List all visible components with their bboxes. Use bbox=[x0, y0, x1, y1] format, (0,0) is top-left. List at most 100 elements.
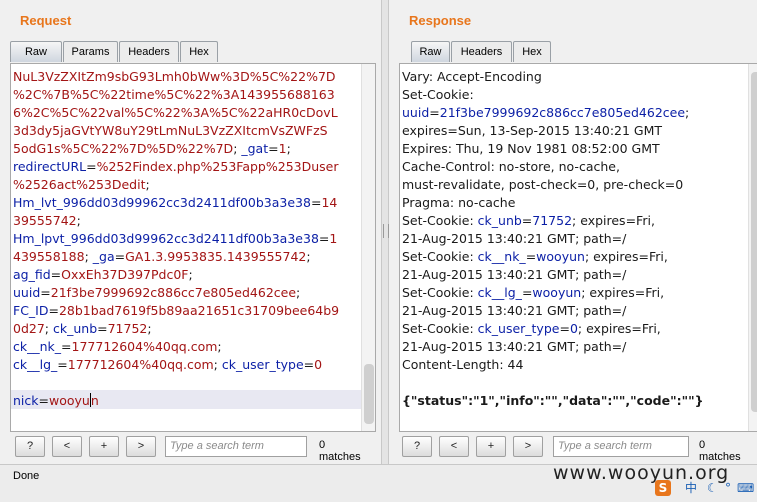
text-segment: ; bbox=[44, 321, 53, 336]
param-value: 0 bbox=[314, 357, 323, 372]
match-count: 0 matches bbox=[319, 439, 361, 463]
param-name: 71752 bbox=[532, 213, 573, 228]
text-segment: = bbox=[268, 141, 279, 156]
text-segment: Set-Cookie: bbox=[402, 213, 478, 228]
text-segment: ; bbox=[217, 339, 222, 354]
text-line: 5odG1s%5C%22%7D%5D%22%7D; _gat=1; bbox=[13, 140, 339, 158]
param-name: ck_unb bbox=[477, 213, 522, 228]
text-segment: expires=Sun, 13-Sep-2015 13:40:21 GMT bbox=[402, 123, 663, 138]
text-line: ag_fid=OxxEh37D397Pdc0F; bbox=[13, 266, 339, 284]
tab-raw[interactable]: Raw bbox=[10, 41, 62, 62]
text-line: Hm_lvt_996dd03d99962cc3d2411df00b3a3e38=… bbox=[13, 194, 339, 212]
text-segment: Set-Cookie: bbox=[402, 87, 474, 102]
text-line: 39555742; bbox=[13, 212, 339, 230]
tab-headers[interactable]: Headers bbox=[119, 41, 179, 62]
text-line: Set-Cookie: ck_unb=71752; expires=Fri, bbox=[402, 212, 704, 230]
param-value: 1 bbox=[329, 231, 338, 246]
text-segment: ; bbox=[296, 285, 301, 300]
param-name: ck__lg_ bbox=[13, 357, 58, 372]
response-scrollbar[interactable] bbox=[748, 64, 757, 431]
param-value: 177712604%40qq.com bbox=[71, 339, 218, 354]
text-line: %2C%7B%5C%22time%5C%22%3A143955688163 bbox=[13, 86, 339, 104]
tab-raw[interactable]: Raw bbox=[411, 41, 450, 62]
scroll-thumb[interactable] bbox=[364, 364, 374, 424]
param-value: 14 bbox=[321, 195, 338, 210]
text-segment: ; bbox=[76, 213, 81, 228]
text-line: {"status":"1","info":"","data":"","code"… bbox=[402, 392, 704, 410]
dot-icon[interactable]: ° bbox=[725, 480, 731, 496]
param-value: %2C%7B%5C%22time%5C%22%3A143955688163 bbox=[13, 87, 335, 102]
request-editor[interactable]: NuL3VzZXItZm9sbG93Lmh0bWw%3D%5C%22%7D %2C… bbox=[10, 63, 376, 432]
help-button[interactable]: ? bbox=[15, 436, 45, 457]
search-input[interactable]: Type a search term bbox=[165, 436, 307, 457]
param-name: _gat bbox=[241, 141, 269, 156]
text-segment: = bbox=[318, 231, 330, 246]
text-segment: ; expires=Fri, bbox=[584, 249, 668, 264]
param-value: 21f3be7999692c886cc7e805ed462cee bbox=[50, 285, 297, 300]
text-line: ck__lg_=177712604%40qq.com; ck_user_type… bbox=[13, 356, 339, 374]
param-value: 3d3dy5jaGVtYW8uY29tLmNuL3VzZXItcmVsZWFzS bbox=[13, 123, 328, 138]
param-name: FC_ID bbox=[13, 303, 49, 318]
param-name: wooyun bbox=[536, 249, 585, 264]
param-name: Hm_lvt_996dd03d99962cc3d2411df00b3a3e38 bbox=[13, 195, 311, 210]
param-name: 0 bbox=[569, 321, 578, 336]
param-name: ck_unb bbox=[52, 321, 98, 336]
text-line: 3d3dy5jaGVtYW8uY29tLmNuL3VzZXItcmVsZWFzS bbox=[13, 122, 339, 140]
add-button[interactable]: + bbox=[476, 436, 506, 457]
next-button[interactable]: > bbox=[126, 436, 156, 457]
text-segment: ; bbox=[213, 357, 222, 372]
param-value: 71752 bbox=[107, 321, 148, 336]
request-panel: Request Raw Params Headers Hex NuL3VzZXI… bbox=[0, 0, 381, 464]
text-line: Set-Cookie: bbox=[402, 86, 704, 104]
response-panel: Response Raw Headers Hex Vary: Accept-En… bbox=[389, 0, 757, 464]
param-value: 5odG1s%5C%22%7D%5D%22%7D bbox=[13, 141, 234, 156]
param-name: _ga bbox=[92, 249, 115, 264]
param-value: 177712604%40qq.com bbox=[67, 357, 214, 372]
sogou-s-icon[interactable]: S bbox=[655, 480, 671, 496]
next-button[interactable]: > bbox=[513, 436, 543, 457]
add-button[interactable]: + bbox=[89, 436, 119, 457]
previous-button[interactable]: < bbox=[52, 436, 82, 457]
text-segment: ; bbox=[286, 141, 291, 156]
text-segment: = bbox=[38, 393, 49, 408]
text-line: redirectURL=%252Findex.php%253Fapp%253Du… bbox=[13, 158, 339, 176]
text-line: expires=Sun, 13-Sep-2015 13:40:21 GMT bbox=[402, 122, 704, 140]
tab-params[interactable]: Params bbox=[63, 41, 118, 62]
tab-hex[interactable]: Hex bbox=[180, 41, 218, 62]
chinese-char-icon[interactable]: 中 bbox=[685, 480, 697, 496]
text-segment: = bbox=[48, 303, 59, 318]
tab-hex[interactable]: Hex bbox=[513, 41, 551, 62]
text-line: Pragma: no-cache bbox=[402, 194, 704, 212]
text-line: uuid=21f3be7999692c886cc7e805ed462cee; bbox=[13, 284, 339, 302]
text-line: 21-Aug-2015 13:40:21 GMT; path=/ bbox=[402, 230, 704, 248]
text-line bbox=[13, 374, 339, 392]
param-value: 1 bbox=[278, 141, 287, 156]
text-segment: 21-Aug-2015 13:40:21 GMT; path=/ bbox=[402, 303, 627, 318]
param-value: n bbox=[90, 393, 99, 408]
request-text: NuL3VzZXItZm9sbG93Lmh0bWw%3D%5C%22%7D %2C… bbox=[13, 68, 339, 410]
text-segment: {"status":"1","info":"","data":"","code"… bbox=[402, 393, 704, 408]
text-line: Content-Length: 44 bbox=[402, 356, 704, 374]
split-divider[interactable] bbox=[381, 0, 389, 464]
keyboard-icon[interactable]: ⌨ bbox=[737, 480, 754, 496]
response-viewer[interactable]: Vary: Accept-Encoding Set-Cookie: uuid=21f… bbox=[399, 63, 757, 432]
text-line: must-revalidate, post-check=0, pre-check… bbox=[402, 176, 704, 194]
text-line: NuL3VzZXItZm9sbG93Lmh0bWw%3D%5C%22%7D bbox=[13, 68, 339, 86]
text-line: 6%2C%5C%22val%5C%22%3A%5C%22aHR0cDovL bbox=[13, 104, 339, 122]
text-segment: = bbox=[114, 249, 126, 264]
scroll-thumb[interactable] bbox=[751, 72, 757, 412]
search-input[interactable]: Type a search term bbox=[553, 436, 689, 457]
request-scrollbar[interactable] bbox=[361, 64, 375, 431]
param-name: nick bbox=[13, 393, 39, 408]
text-segment: ; bbox=[188, 267, 193, 282]
text-line: 21-Aug-2015 13:40:21 GMT; path=/ bbox=[402, 266, 704, 284]
moon-icon[interactable]: ☾ bbox=[707, 480, 718, 496]
previous-button[interactable]: < bbox=[439, 436, 469, 457]
text-segment: ; bbox=[145, 177, 150, 192]
text-line bbox=[402, 374, 704, 392]
tab-headers[interactable]: Headers bbox=[451, 41, 512, 62]
help-button[interactable]: ? bbox=[402, 436, 432, 457]
text-line: Hm_lpvt_996dd03d99962cc3d2411df00b3a3e38… bbox=[13, 230, 339, 248]
param-name: 21f3be7999692c886cc7e805ed462cee bbox=[439, 105, 686, 120]
text-segment: Cache-Control: no-store, no-cache, bbox=[402, 159, 620, 174]
